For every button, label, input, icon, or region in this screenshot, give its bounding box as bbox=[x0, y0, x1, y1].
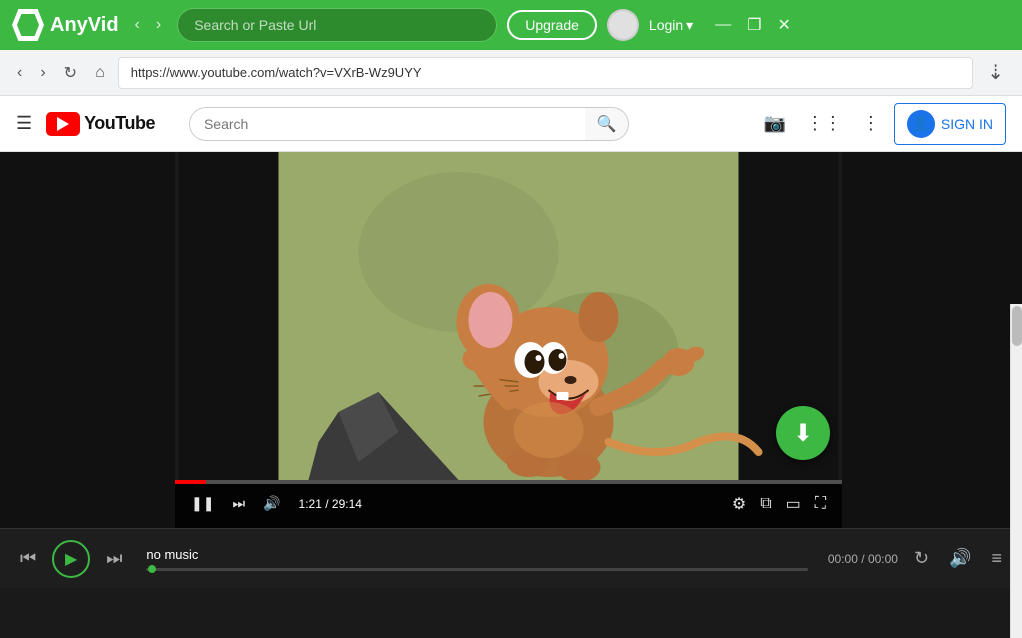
progress-fill bbox=[175, 480, 206, 484]
scrollbar[interactable] bbox=[1010, 304, 1022, 638]
player-next-btn[interactable]: ⏭ bbox=[102, 544, 126, 573]
playlist-btn[interactable]: ≡ bbox=[987, 544, 1006, 573]
video-controls-right: ⚙ ⧉ ▭ ⛶ bbox=[728, 490, 830, 518]
search-input[interactable] bbox=[194, 17, 480, 33]
youtube-signin-avatar: 👤 bbox=[907, 110, 935, 138]
play-icon: ▶ bbox=[65, 549, 77, 569]
play-pause-btn[interactable]: ❚❚ bbox=[187, 491, 218, 517]
app-logo-icon bbox=[12, 9, 44, 41]
download-icon: ⬇ bbox=[793, 419, 813, 448]
youtube-logo-red bbox=[46, 112, 80, 136]
track-info: no music bbox=[138, 547, 815, 571]
youtube-logo[interactable]: YouTube bbox=[46, 112, 155, 136]
close-button[interactable]: ✕ bbox=[774, 13, 795, 37]
menu-icon[interactable]: ☰ bbox=[16, 113, 32, 134]
browser-bar: ‹ › ↻ ⌂ https://www.youtube.com/watch?v=… bbox=[0, 50, 1022, 96]
search-bar[interactable] bbox=[177, 8, 497, 42]
track-progress-dot bbox=[148, 565, 156, 573]
video-container: ❚❚ ⏭ 🔊 1:21 / 29:14 ⚙ ⧉ ▭ ⛶ bbox=[175, 152, 842, 528]
youtube-more-btn[interactable]: ⋮ bbox=[856, 107, 886, 140]
youtube-header: ☰ YouTube 🔍 📷 ⋮⋮ ⋮ 👤 SIGN IN bbox=[0, 96, 1022, 152]
app-topbar: AnyVid ‹ › Upgrade Login ▾ — ❐ ✕ bbox=[0, 0, 1022, 50]
browser-forward-btn[interactable]: › bbox=[35, 60, 50, 86]
upgrade-button[interactable]: Upgrade bbox=[507, 10, 597, 40]
video-controls: ❚❚ ⏭ 🔊 1:21 / 29:14 ⚙ ⧉ ▭ ⛶ bbox=[175, 480, 842, 528]
browser-home-btn[interactable]: ⌂ bbox=[90, 60, 110, 86]
volume-btn[interactable]: 🔊 bbox=[259, 491, 284, 517]
main-content: ❚❚ ⏭ 🔊 1:21 / 29:14 ⚙ ⧉ ▭ ⛶ bbox=[0, 152, 1022, 528]
miniplayer-btn[interactable]: ⧉ bbox=[756, 491, 775, 517]
window-controls: — ❐ ✕ bbox=[711, 13, 795, 37]
bottom-player: ⏮ ▶ ⏭ no music 00:00 / 00:00 ↻ 🔊 ≡ bbox=[0, 528, 1022, 588]
nav-arrows: ‹ › bbox=[129, 12, 168, 38]
right-sidebar bbox=[842, 152, 1022, 528]
browser-back-btn[interactable]: ‹ bbox=[12, 60, 27, 86]
maximize-button[interactable]: ❐ bbox=[743, 13, 765, 37]
youtube-grid-btn[interactable]: ⋮⋮ bbox=[800, 107, 848, 140]
forward-arrow-btn[interactable]: › bbox=[150, 12, 167, 38]
youtube-search-form: 🔍 bbox=[189, 107, 629, 141]
download-icon[interactable]: ⇣ bbox=[981, 56, 1010, 89]
fullscreen-btn[interactable]: ⛶ bbox=[811, 491, 830, 517]
progress-bar[interactable] bbox=[175, 480, 842, 484]
theater-btn[interactable]: ▭ bbox=[782, 490, 805, 518]
youtube-camera-btn[interactable]: 📷 bbox=[757, 107, 791, 140]
player-volume-btn[interactable]: 🔊 bbox=[945, 544, 975, 573]
download-float-button[interactable]: ⬇ bbox=[776, 406, 830, 460]
address-bar[interactable]: https://www.youtube.com/watch?v=VXrB-Wz9… bbox=[118, 57, 974, 89]
browser-refresh-btn[interactable]: ↻ bbox=[59, 59, 82, 87]
app-logo-area: AnyVid bbox=[12, 9, 119, 41]
track-progress-bar[interactable] bbox=[146, 568, 807, 571]
track-time: 00:00 / 00:00 bbox=[828, 552, 898, 566]
youtube-signin-label: SIGN IN bbox=[941, 116, 993, 132]
settings-btn[interactable]: ⚙ bbox=[728, 490, 750, 518]
youtube-search-button[interactable]: 🔍 bbox=[585, 107, 629, 141]
youtube-right-icons: 📷 ⋮⋮ ⋮ 👤 SIGN IN bbox=[757, 103, 1006, 145]
app-name-label: AnyVid bbox=[50, 14, 119, 37]
next-btn[interactable]: ⏭ bbox=[228, 491, 249, 517]
track-name: no music bbox=[146, 547, 807, 562]
player-prev-btn[interactable]: ⏮ bbox=[16, 544, 40, 573]
cartoon-scene bbox=[175, 152, 842, 480]
youtube-logo-text: YouTube bbox=[84, 113, 155, 134]
player-play-btn[interactable]: ▶ bbox=[52, 540, 90, 578]
minimize-button[interactable]: — bbox=[711, 13, 735, 37]
youtube-signin-button[interactable]: 👤 SIGN IN bbox=[894, 103, 1006, 145]
url-display: https://www.youtube.com/watch?v=VXrB-Wz9… bbox=[131, 65, 422, 80]
scrollbar-thumb[interactable] bbox=[1012, 306, 1022, 346]
repeat-btn[interactable]: ↻ bbox=[910, 544, 933, 573]
time-display: 1:21 / 29:14 bbox=[299, 497, 362, 511]
left-sidebar bbox=[0, 152, 175, 528]
login-button[interactable]: Login ▾ bbox=[649, 17, 693, 34]
avatar bbox=[607, 9, 639, 41]
youtube-search-input[interactable] bbox=[189, 107, 585, 141]
back-arrow-btn[interactable]: ‹ bbox=[129, 12, 146, 38]
